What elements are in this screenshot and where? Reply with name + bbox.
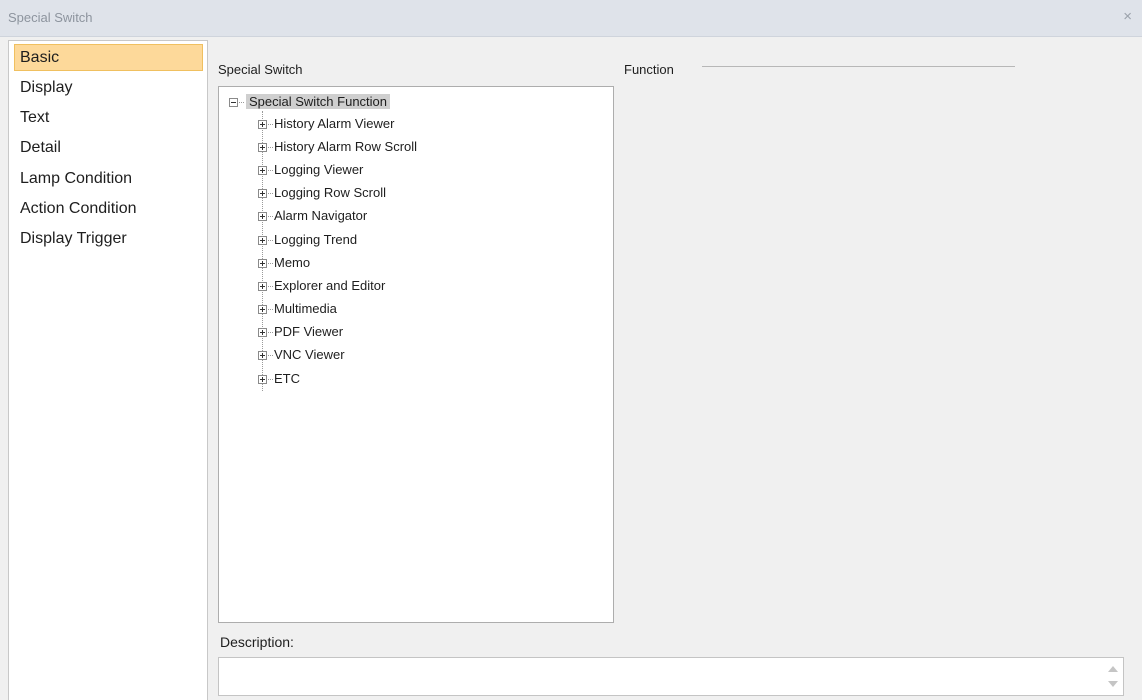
nav-item-display[interactable]: Display [14,74,203,101]
description-label: Description: [220,634,294,650]
expand-icon[interactable] [258,282,267,292]
tree-item-label: ETC [274,371,300,386]
nav-item-action-condition[interactable]: Action Condition [14,195,203,222]
tree-item-label: Logging Viewer [274,162,364,177]
tree-connector [268,263,273,265]
tree-connector [268,240,273,242]
tree-item-logging-viewer[interactable]: Logging Viewer [258,161,363,179]
tree-item-label: Logging Row Scroll [274,185,387,200]
tree-item-multimedia[interactable]: Multimedia [258,300,337,318]
tree-connector [268,193,273,195]
expand-icon[interactable] [258,375,267,385]
tree-connector [268,124,273,126]
function-tree[interactable]: Special Switch Function History Alarm Vi… [218,86,614,623]
scroll-up-icon[interactable] [1108,666,1118,672]
nav-item-display-trigger[interactable]: Display Trigger [14,225,203,252]
tree-item-label: History Alarm Viewer [274,116,395,131]
tree-item-logging-trend[interactable]: Logging Trend [258,231,357,249]
special-switch-label: Special Switch [218,62,303,77]
tree-item-logging-row-scroll[interactable]: Logging Row Scroll [258,184,386,202]
nav-item-text[interactable]: Text [14,104,203,131]
tree-item-alarm-navigator[interactable]: Alarm Navigator [258,207,367,225]
tree-root-label: Special Switch Function [246,94,391,109]
tree-connector [268,379,273,381]
expand-icon[interactable] [258,120,267,130]
tree-item-explorer-and-editor[interactable]: Explorer and Editor [258,277,385,295]
tree-item-label: History Alarm Row Scroll [274,139,418,154]
tree-connector [268,332,273,334]
tree-item-label: Multimedia [274,301,337,316]
function-label: Function [624,62,674,77]
expand-icon[interactable] [258,166,267,176]
title-bar: Special Switch × [0,0,1142,37]
tree-item-label: Memo [274,255,311,270]
tree-item-etc[interactable]: ETC [258,370,300,388]
expand-icon[interactable] [258,328,267,338]
expand-icon[interactable] [258,189,267,199]
expand-icon[interactable] [258,143,267,153]
expand-icon[interactable] [258,351,267,361]
tree-item-label: VNC Viewer [274,347,345,362]
tree-item-label: Alarm Navigator [274,208,368,223]
nav-item-lamp-condition[interactable]: Lamp Condition [14,165,203,192]
tree-connector [268,309,273,311]
scroll-down-icon[interactable] [1108,681,1118,687]
tree-item-label: Logging Trend [274,232,358,247]
nav-item-detail[interactable]: Detail [14,134,203,161]
nav-item-basic[interactable]: Basic [14,44,203,71]
description-field[interactable] [218,657,1124,696]
window-title: Special Switch [8,10,93,25]
expand-icon[interactable] [258,305,267,315]
tree-item-memo[interactable]: Memo [258,254,310,272]
tree-connector [268,355,273,357]
tree-connector [268,216,273,218]
tree-item-vnc-viewer[interactable]: VNC Viewer [258,346,345,364]
tree-item-label: Explorer and Editor [274,278,386,293]
expand-icon[interactable] [258,236,267,246]
tree-connector [268,170,273,172]
tree-item-history-alarm-viewer[interactable]: History Alarm Viewer [258,115,394,133]
tree-connector [239,102,244,104]
tree-item-label: PDF Viewer [274,324,344,339]
tree-root[interactable]: Special Switch Function [229,93,391,111]
tree-connector [268,147,273,149]
category-list: Basic Display Text Detail Lamp Condition… [8,40,208,700]
tree-connector [268,286,273,288]
collapse-icon[interactable] [229,98,238,108]
expand-icon[interactable] [258,259,267,269]
expand-icon[interactable] [258,212,267,222]
close-icon[interactable]: × [1123,8,1132,25]
tree-item-history-alarm-row-scroll[interactable]: History Alarm Row Scroll [258,138,417,156]
description-scrollbar[interactable] [1104,660,1121,693]
tree-item-pdf-viewer[interactable]: PDF Viewer [258,323,343,341]
function-divider [702,66,1015,67]
